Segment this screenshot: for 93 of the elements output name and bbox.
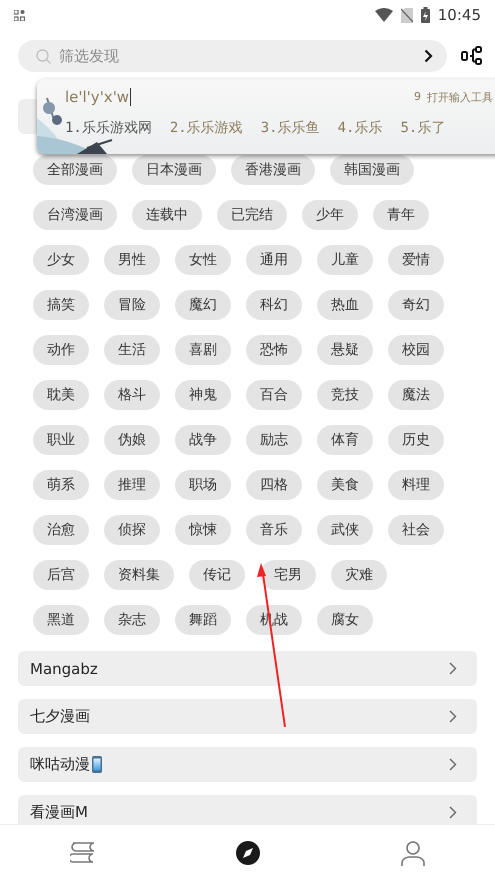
wifi-icon [374,8,393,22]
ime-candidate[interactable]: 5.乐了 [400,119,446,137]
source-name: 看漫画M [30,803,89,822]
source-row[interactable]: 咪咕动漫 [18,747,477,782]
genre-chip[interactable]: 男性 [104,245,160,275]
genre-chip[interactable]: 儿童 [317,245,373,275]
chevron-right-icon [449,710,457,723]
genre-chip[interactable]: 推理 [104,470,160,500]
toolbox-link[interactable]: 打开输入工具 [427,90,493,105]
genre-chip[interactable]: 杂志 [104,605,160,635]
genre-chip[interactable]: 职业 [33,425,89,455]
source-row[interactable]: Mangabz [18,651,477,686]
genre-chip[interactable]: 女性 [175,245,231,275]
genre-chip[interactable]: 黑道 [33,605,89,635]
genre-chip[interactable]: 喜剧 [175,335,231,365]
genre-chip[interactable]: 励志 [246,425,302,455]
composition-text: le'l'y'x'w [65,88,132,106]
genre-chip[interactable]: 战争 [175,425,231,455]
source-row[interactable]: 看漫画M [18,795,477,824]
genre-chip[interactable]: 职场 [175,470,231,500]
clock-time: 10:45 [438,6,481,24]
genre-chip[interactable]: 料理 [388,470,444,500]
apps-icon [14,10,25,20]
genre-chip[interactable]: 日本漫画 [132,155,216,185]
genre-chip[interactable]: 美食 [317,470,373,500]
genre-chip[interactable]: 灾难 [331,560,387,590]
genre-chip[interactable]: 四格 [246,470,302,500]
genre-chip[interactable]: 侦探 [104,515,160,545]
genre-chip[interactable]: 少女 [33,245,89,275]
compass-icon [234,840,260,866]
battery-icon [420,7,430,23]
node-tree-icon[interactable] [461,46,483,66]
source-name: Mangabz [30,660,99,678]
genre-chip[interactable]: 魔幻 [175,290,231,320]
person-icon [400,840,426,866]
genre-chip[interactable]: 香港漫画 [231,155,315,185]
genre-chip[interactable]: 爱情 [388,245,444,275]
genre-chip[interactable]: 少年 [302,200,358,230]
chevron-right-icon [449,806,457,819]
chevron-right-icon [449,758,457,771]
genre-chip[interactable]: 武侠 [317,515,373,545]
ime-candidate[interactable]: 1.乐乐游戏网 [65,119,152,137]
genre-chip[interactable]: 动作 [33,335,89,365]
genre-chip[interactable]: 科幻 [246,290,302,320]
genre-chip[interactable]: 格斗 [104,380,160,410]
genre-chip[interactable]: 萌系 [33,470,89,500]
chevron-right-icon [449,662,457,675]
genre-chip[interactable]: 百合 [246,380,302,410]
genre-chip[interactable]: 宅男 [260,560,316,590]
genre-chip[interactable]: 搞笑 [33,290,89,320]
genre-chip[interactable]: 伪娘 [104,425,160,455]
genre-chip[interactable]: 悬疑 [317,335,373,365]
ime-candidate[interactable]: 3.乐乐鱼 [260,119,320,137]
genre-chip[interactable]: 青年 [373,200,429,230]
no-sim-icon [400,8,413,22]
search-field[interactable]: 筛选发现 [57,46,418,66]
genre-chip[interactable]: 治愈 [33,515,89,545]
genre-chip[interactable]: 腐女 [317,605,373,635]
genre-chip[interactable]: 校园 [388,335,444,365]
genre-chip[interactable]: 竞技 [317,380,373,410]
ime-candidate[interactable]: 2.乐乐游戏 [170,119,243,137]
genre-chip[interactable]: 连载中 [132,200,202,230]
genre-chip[interactable]: 传记 [189,560,245,590]
books-icon [70,840,96,864]
genre-chip[interactable]: 惊悚 [175,515,231,545]
genre-chip[interactable]: 舞蹈 [175,605,231,635]
genre-chip[interactable]: 热血 [317,290,373,320]
genre-chip[interactable]: 恐怖 [246,335,302,365]
source-name: 咪咕动漫 [30,755,449,774]
source-name: 七夕漫画 [30,707,91,726]
genre-chip[interactable]: 台湾漫画 [33,200,117,230]
genre-chip[interactable]: 音乐 [246,515,302,545]
source-row[interactable]: 七夕漫画 [18,699,477,734]
search-bar[interactable]: 筛选发现 [18,40,447,72]
genre-chip[interactable]: 魔法 [388,380,444,410]
genre-chip[interactable]: 资料集 [104,560,174,590]
genre-chip[interactable]: 全部漫画 [33,155,117,185]
ime-candidate[interactable]: 4.乐乐 [338,119,382,137]
genre-chip[interactable]: 耽美 [33,380,89,410]
genre-chip[interactable]: 冒险 [104,290,160,320]
genre-chip[interactable]: 奇幻 [388,290,444,320]
genre-chip[interactable]: 后宫 [33,560,89,590]
genre-chip[interactable]: 社会 [388,515,444,545]
chevron-right-icon[interactable] [424,49,433,63]
genre-chip[interactable]: 已完结 [217,200,287,230]
genre-chip[interactable]: 体育 [317,425,373,455]
shortcut-key: 9 [414,90,421,105]
genre-chip[interactable]: 通用 [246,245,302,275]
search-icon [36,48,51,64]
genre-chip[interactable]: 韩国漫画 [330,155,414,185]
genre-chip[interactable]: 生活 [104,335,160,365]
genre-chip[interactable]: 神鬼 [175,380,231,410]
genre-chip[interactable]: 历史 [388,425,444,455]
